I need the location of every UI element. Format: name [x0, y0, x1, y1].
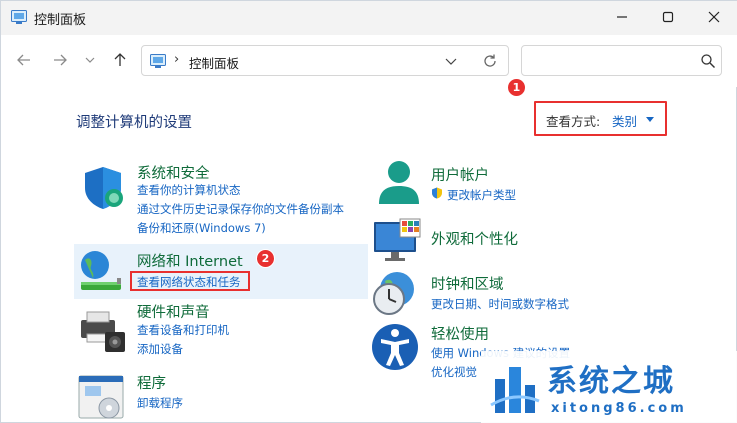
control-panel-app-icon [11, 10, 27, 24]
printer-speaker-icon[interactable] [79, 306, 127, 354]
back-button[interactable] [13, 49, 35, 71]
network-globe-icon[interactable] [77, 248, 125, 296]
arrow-right-icon [54, 54, 67, 66]
page-title: 调整计算机的设置 [76, 115, 192, 131]
watermark-logo-icon [490, 367, 540, 413]
category-ease-of-access[interactable]: 轻松使用 [431, 323, 489, 344]
search-button[interactable] [700, 53, 716, 69]
watermark-brand: 系统之城 [547, 364, 675, 399]
link-view-computer-status[interactable]: 查看你的计算机状态 [137, 182, 241, 198]
caret-down-icon[interactable] [646, 117, 654, 122]
window-title: 控制面板 [34, 13, 87, 28]
refresh-icon[interactable] [482, 53, 498, 69]
link-backup-restore[interactable]: 备份和还原(Windows 7) [137, 220, 266, 236]
link-uninstall-program[interactable]: 卸载程序 [137, 395, 183, 411]
link-file-history[interactable]: 通过文件历史记录保存你的文件备份副本 [137, 201, 344, 217]
step-badge-1: 1 [507, 78, 526, 97]
forward-button[interactable] [49, 49, 71, 71]
category-clock-region[interactable]: 时钟和区域 [431, 273, 504, 294]
close-button[interactable] [691, 1, 737, 33]
category-network-internet[interactable]: 网络和 Internet [137, 250, 243, 271]
category-programs[interactable]: 程序 [137, 372, 166, 393]
maximize-button[interactable] [645, 1, 691, 33]
arrow-left-icon [17, 54, 30, 66]
category-system-security[interactable]: 系统和安全 [137, 162, 210, 183]
close-icon [708, 11, 720, 23]
programs-disc-icon[interactable] [77, 374, 125, 422]
minimize-icon [617, 16, 627, 18]
category-user-accounts[interactable]: 用户帐户 [431, 164, 489, 185]
user-icon[interactable] [375, 158, 423, 206]
title-bar: 控制面板 [1, 1, 737, 35]
monitor-palette-icon[interactable] [373, 216, 421, 264]
recent-locations-button[interactable] [81, 49, 99, 71]
search-icon [701, 54, 715, 68]
uac-shield-icon [432, 187, 442, 199]
shield-icon[interactable] [79, 164, 127, 212]
search-box[interactable] [521, 45, 722, 76]
chevron-down-icon [85, 57, 95, 63]
category-appearance-personalization[interactable]: 外观和个性化 [431, 228, 518, 249]
clock-globe-icon[interactable] [371, 269, 419, 317]
navigation-bar: › 控制面板 [1, 35, 737, 87]
breadcrumb-separator: › [174, 52, 180, 67]
maximize-icon [662, 11, 674, 23]
link-view-network-status[interactable]: 查看网络状态和任务 [137, 274, 241, 290]
link-devices-printers[interactable]: 查看设备和打印机 [137, 322, 229, 338]
arrow-up-icon [114, 53, 126, 66]
accessibility-icon[interactable] [371, 323, 419, 371]
link-change-date-time-format[interactable]: 更改日期、时间或数字格式 [431, 296, 569, 312]
chevron-down-icon[interactable] [444, 55, 458, 67]
watermark-overlay: 系统之城 xitong86.com [481, 351, 737, 423]
minimize-button[interactable] [599, 1, 645, 33]
breadcrumb-control-panel[interactable]: 控制面板 [189, 53, 239, 72]
link-optimize-visual[interactable]: 优化视觉 [431, 364, 477, 380]
view-by-highlight: 查看方式: 类别 [534, 101, 667, 136]
up-button[interactable] [109, 49, 131, 71]
category-hardware-sound[interactable]: 硬件和声音 [137, 301, 210, 322]
watermark-url: xitong86.com [551, 401, 687, 416]
link-add-device[interactable]: 添加设备 [137, 341, 183, 357]
view-by-dropdown[interactable]: 类别 [612, 111, 637, 130]
address-bar[interactable]: › 控制面板 [141, 45, 509, 76]
view-by-label: 查看方式: [546, 114, 601, 129]
step-badge-2: 2 [256, 249, 275, 268]
control-panel-small-icon [150, 54, 166, 68]
link-change-account-type[interactable]: 更改帐户类型 [447, 187, 516, 203]
control-panel-window: 控制面板 › 控制面板 1 调整计算机的设置 查看方式: 类别 系统和安全 查看… [0, 0, 737, 423]
